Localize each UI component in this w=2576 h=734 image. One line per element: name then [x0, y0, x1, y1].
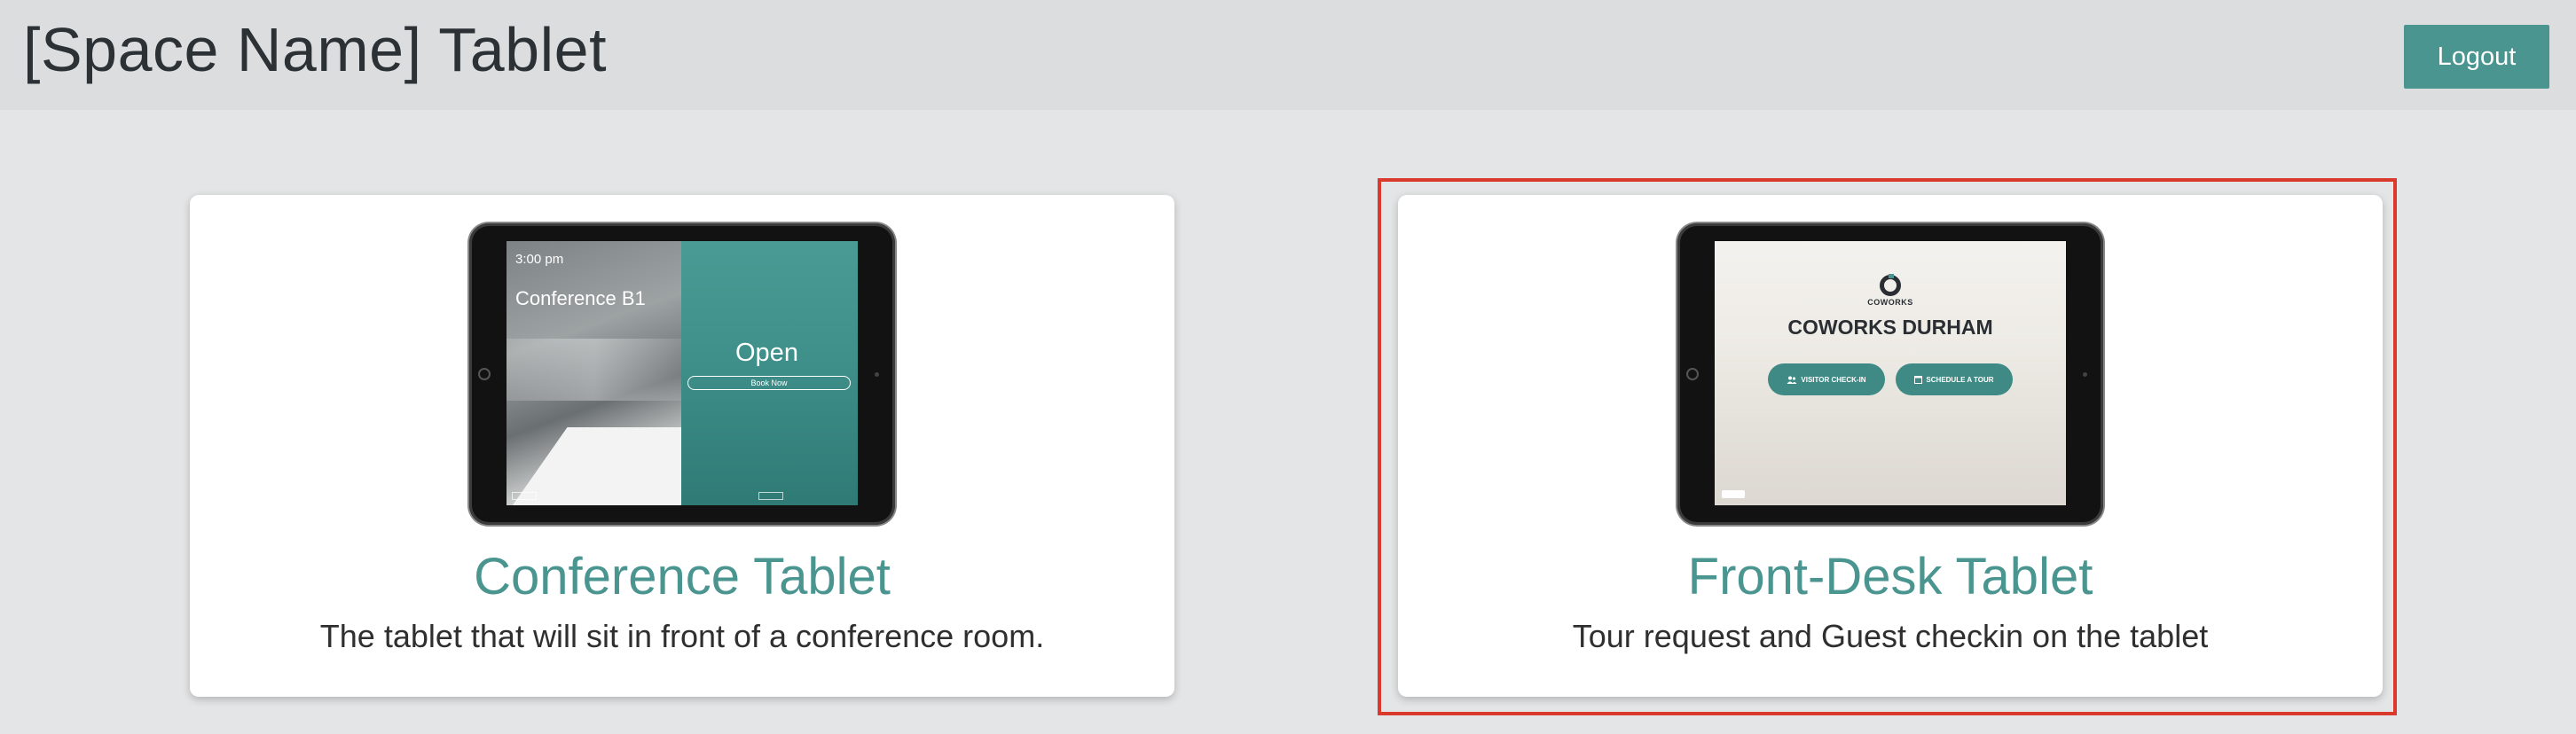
- card-description: The tablet that will sit in front of a c…: [319, 618, 1045, 654]
- front-desk-tablet-card[interactable]: COWORKS COWORKS DURHAM VISITOR CHECK-IN …: [1398, 195, 2383, 697]
- preview-status: Open: [735, 339, 798, 367]
- preview-footer-badge: [758, 492, 783, 500]
- front-desk-tablet-image: COWORKS COWORKS DURHAM VISITOR CHECK-IN …: [1677, 223, 2103, 525]
- card-title: Conference Tablet: [474, 548, 891, 605]
- tablet-screen: COWORKS COWORKS DURHAM VISITOR CHECK-IN …: [1715, 241, 2066, 505]
- page-title: [Space Name] Tablet: [23, 15, 608, 84]
- preview-footer-logo: [512, 492, 537, 500]
- schedule-tour-label: SCHEDULE A TOUR: [1926, 375, 1994, 384]
- card-title: Front-Desk Tablet: [1687, 548, 2093, 605]
- logout-button[interactable]: Logout: [2404, 25, 2549, 89]
- top-bar: [Space Name] Tablet Logout: [0, 0, 2576, 110]
- preview-logo-text: COWORKS: [1867, 298, 1913, 307]
- sensor-dot: [2083, 372, 2087, 377]
- preview-time: 3:00 pm: [515, 252, 564, 267]
- calendar-icon: [1914, 376, 1923, 384]
- camera-icon: [1686, 368, 1699, 380]
- preview-footer-logo: [1722, 490, 1745, 498]
- users-icon: [1787, 376, 1797, 384]
- preview-visitor-checkin-button: VISITOR CHECK-IN: [1768, 363, 1885, 395]
- visitor-checkin-label: VISITOR CHECK-IN: [1801, 375, 1866, 384]
- preview-space-name: COWORKS DURHAM: [1787, 316, 1993, 339]
- preview-schedule-tour-button: SCHEDULE A TOUR: [1896, 363, 2013, 395]
- coworks-logo-icon: [1880, 274, 1901, 296]
- conference-tablet-card[interactable]: 3:00 pm Conference B1 Open Book Now Conf…: [190, 195, 1174, 697]
- camera-icon: [478, 368, 491, 380]
- conference-tablet-image: 3:00 pm Conference B1 Open Book Now: [469, 223, 895, 525]
- preview-room-name: Conference B1: [515, 287, 646, 309]
- preview-book-button: Book Now: [687, 376, 851, 390]
- tablet-screen: 3:00 pm Conference B1 Open Book Now: [507, 241, 858, 505]
- glass-wall: [507, 339, 681, 401]
- card-description: Tour request and Guest checkin on the ta…: [1572, 618, 2209, 654]
- status-panel: [681, 241, 858, 505]
- sensor-dot: [875, 372, 879, 377]
